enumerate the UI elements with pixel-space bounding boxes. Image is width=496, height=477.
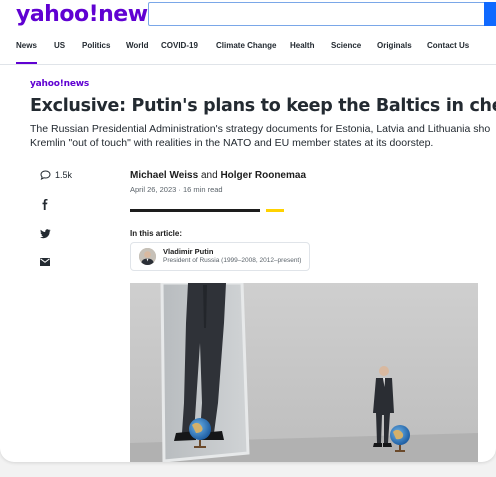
facebook-icon <box>42 199 48 210</box>
comment-icon <box>40 170 51 180</box>
share-twitter-button[interactable] <box>40 229 100 241</box>
comments-button[interactable]: 1.5k <box>40 170 100 180</box>
person-role: President of Russia (1999–2008, 2012–pre… <box>163 257 302 264</box>
share-email-button[interactable] <box>40 258 100 268</box>
browser-page: yahoo!news News US Politics World COVID-… <box>0 0 496 462</box>
search-input[interactable] <box>148 2 496 26</box>
nav-item-news[interactable]: News <box>16 40 37 52</box>
article-summary: The Russian Presidential Administration'… <box>30 122 496 150</box>
byline: Michael Weiss and Holger Roonemaa <box>130 170 306 181</box>
nav-item-health[interactable]: Health <box>290 40 314 52</box>
nav-item-climate-change[interactable]: Climate Change <box>216 40 276 52</box>
publish-date: April 26, 2023 <box>130 185 177 194</box>
nav-item-world[interactable]: World <box>126 40 149 52</box>
divider-bar <box>130 209 260 212</box>
twitter-icon <box>40 229 51 239</box>
share-facebook-button[interactable] <box>40 199 100 212</box>
nav-item-science[interactable]: Science <box>331 40 361 52</box>
nav-item-originals[interactable]: Originals <box>377 40 412 52</box>
article-date-line: April 26, 2023 · 16 min read <box>130 185 223 194</box>
mail-icon <box>40 258 50 266</box>
search-button[interactable] <box>484 2 496 26</box>
nav-bar: News US Politics World COVID-19 Climate … <box>0 36 496 65</box>
comment-count: 1.5k <box>55 170 73 180</box>
article-headline: Exclusive: Putin's plans to keep the Bal… <box>30 96 496 116</box>
nav-item-politics[interactable]: Politics <box>82 40 110 52</box>
nav-item-contact-us[interactable]: Contact Us <box>427 40 469 52</box>
yahoo-news-logo[interactable]: yahoo!news <box>16 1 161 29</box>
author-name-1[interactable]: Michael Weiss <box>130 170 198 181</box>
accent-bar <box>266 209 284 212</box>
person-name: Vladimir Putin <box>163 247 214 256</box>
in-this-article-label: In this article: <box>130 229 183 238</box>
author-conjunction: and <box>200 170 218 181</box>
article-summary-line-1: The Russian Presidential Administration'… <box>30 123 491 135</box>
author-name-2[interactable]: Holger Roonemaa <box>220 170 306 181</box>
nav-item-us[interactable]: US <box>54 40 65 52</box>
person-avatar-image <box>139 248 156 265</box>
article-source-logo: yahoo!news <box>30 79 90 89</box>
article-summary-line-2: Kremlin "out of touch" with realities in… <box>30 137 434 149</box>
date-separator: · <box>178 185 181 194</box>
avatar <box>139 248 156 265</box>
illustration-mirror-image <box>130 283 478 462</box>
article-hero-image <box>130 283 478 462</box>
person-card[interactable]: Vladimir Putin President of Russia (1999… <box>130 242 310 271</box>
header: yahoo!news <box>0 0 496 32</box>
read-time: 16 min read <box>182 185 223 194</box>
nav-active-indicator <box>16 62 37 64</box>
nav-item-covid[interactable]: COVID-19 <box>161 40 198 52</box>
